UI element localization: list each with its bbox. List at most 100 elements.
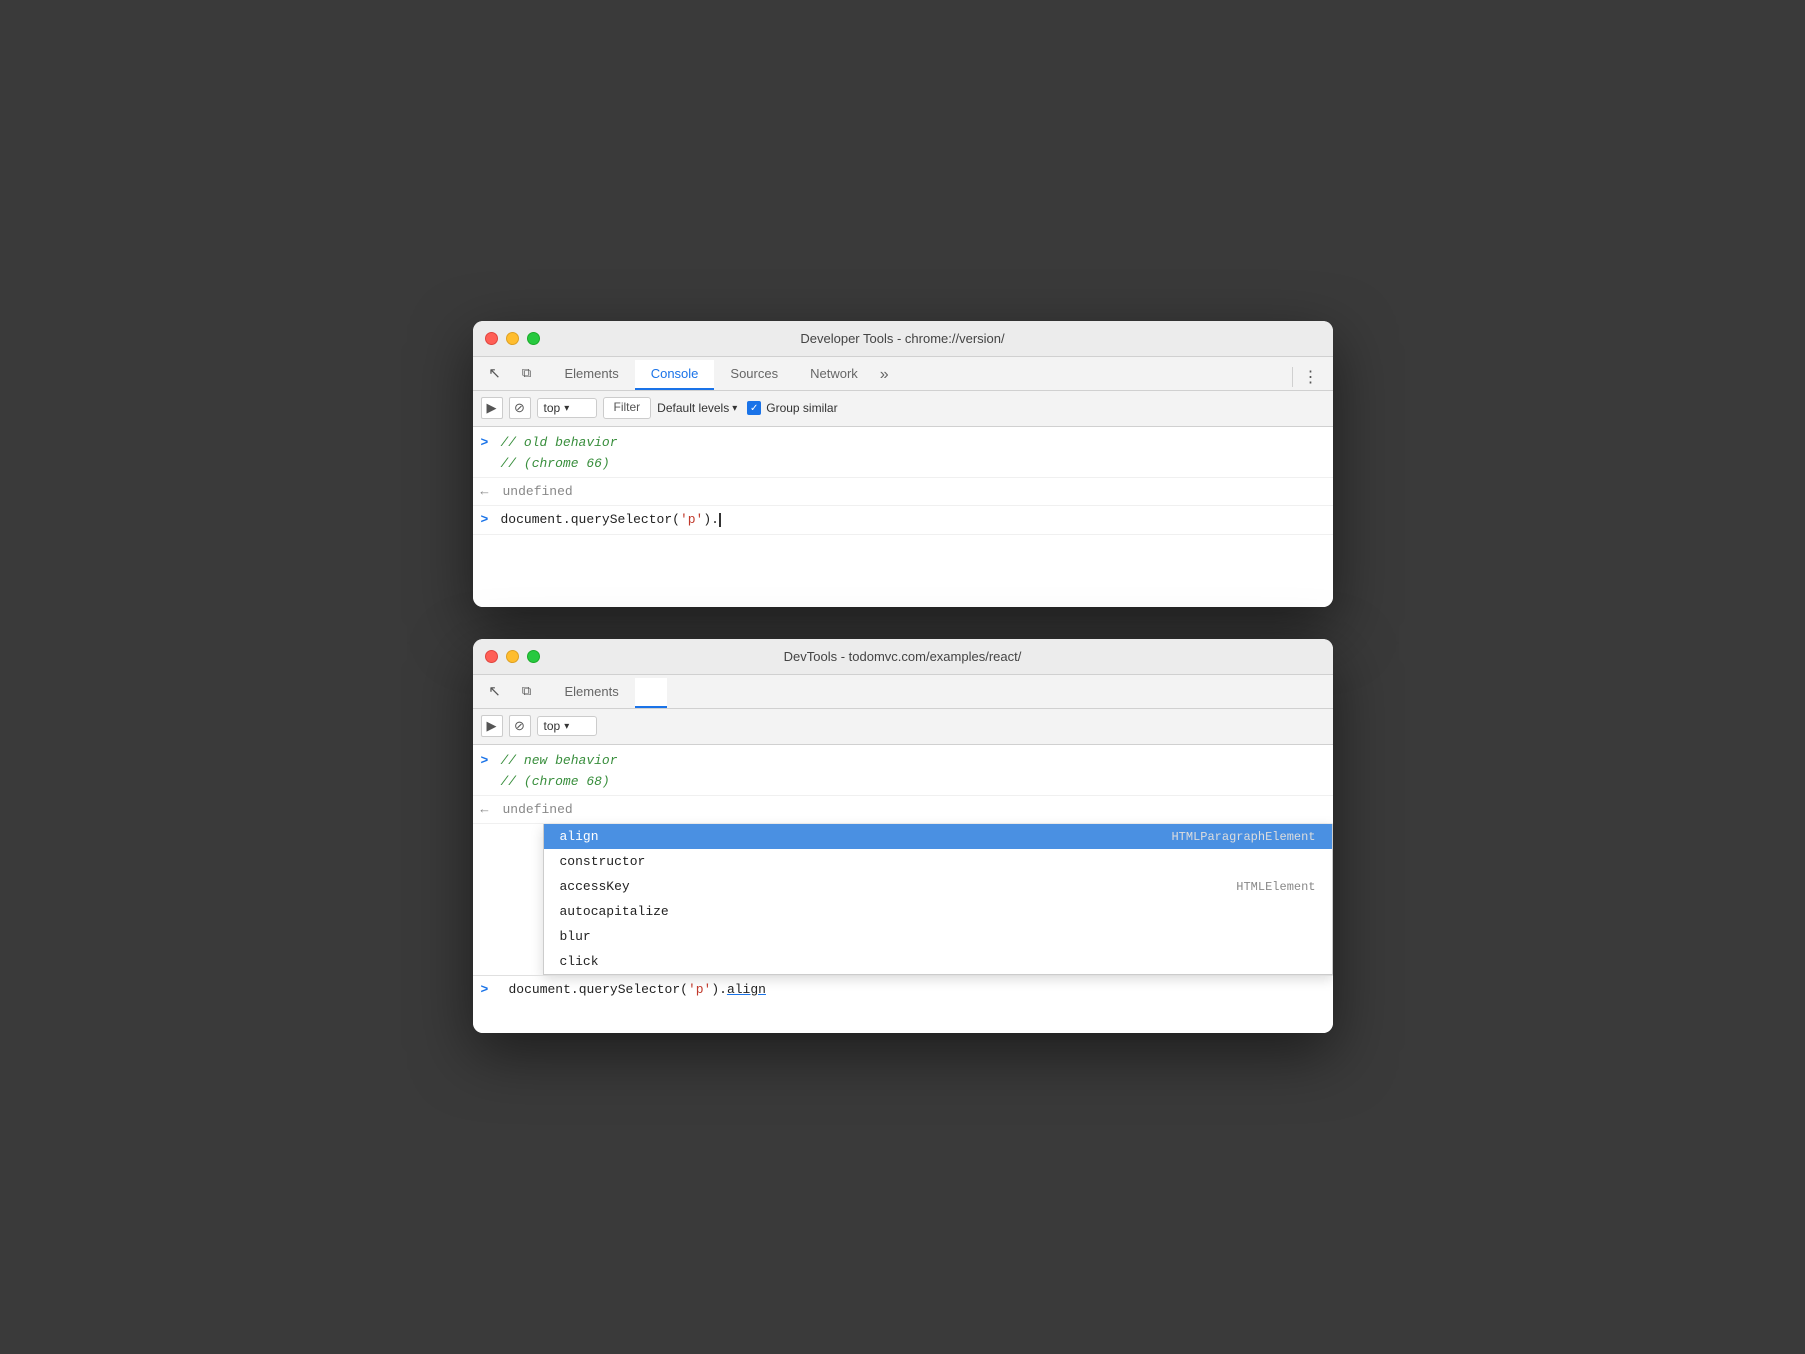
console-content-1: > // old behavior // (chrome 66) ← undef… xyxy=(473,427,1333,607)
play-icon-2: ▶ xyxy=(487,718,497,734)
result-arrow-1: ← xyxy=(481,482,495,502)
console-input-line-2[interactable]: > document.querySelector('p').align xyxy=(473,975,1333,1003)
title-bar-1: Developer Tools - chrome://version/ xyxy=(473,321,1333,357)
ac-type-accesskey: HTMLElement xyxy=(1236,880,1315,894)
cursor-icon-2: ↖ xyxy=(488,682,501,700)
ban-console-button-2[interactable]: ⊘ xyxy=(509,715,531,737)
ac-item-align[interactable]: align HTMLParagraphElement xyxy=(544,824,1332,849)
tab-list-1: Elements Console Sources Network » xyxy=(549,357,895,390)
console-undefined-1: undefined xyxy=(503,482,573,502)
result-arrow-2: ← xyxy=(481,800,495,820)
window2-bottom xyxy=(473,1003,1333,1033)
autocomplete-dropdown: align HTMLParagraphElement constructor a… xyxy=(543,824,1333,975)
inspect-element-button[interactable]: ↖ xyxy=(481,360,509,386)
ac-item-blur[interactable]: blur xyxy=(544,924,1332,949)
context-label-1: top xyxy=(544,401,561,415)
console-content-2: > // new behavior // (chrome 68) ← undef… xyxy=(473,745,1333,1003)
window-controls-2 xyxy=(485,650,540,663)
comment-line-4: // (chrome 68) xyxy=(501,772,618,793)
close-button-1[interactable] xyxy=(485,332,498,345)
console-code-1: document.querySelector('p'). xyxy=(501,510,721,530)
ac-item-constructor[interactable]: constructor xyxy=(544,849,1332,874)
prompt-1: > xyxy=(481,433,493,453)
console-line-old-comment: > // old behavior // (chrome 66) xyxy=(473,427,1333,478)
console-comment-block: // old behavior // (chrome 66) xyxy=(501,433,618,475)
comment-line-3: // new behavior xyxy=(501,751,618,772)
context-label-2: top xyxy=(544,719,561,733)
tab-elements-2[interactable]: Elements xyxy=(549,678,635,708)
prompt-input-2: > xyxy=(481,982,493,997)
console-code-2: document.querySelector('p').align xyxy=(509,982,766,997)
separator-1 xyxy=(1292,367,1293,387)
tab-bar-2: ↖ ⧉ Elements xyxy=(473,675,1333,709)
ac-type-align: HTMLParagraphElement xyxy=(1171,830,1315,844)
group-similar-container-1: ✓ Group similar xyxy=(747,401,837,415)
device-toggle-button[interactable]: ⧉ xyxy=(513,360,541,386)
tab-network-1[interactable]: Network xyxy=(794,360,874,390)
device-icon: ⧉ xyxy=(522,365,531,381)
ac-name-blur: blur xyxy=(560,929,591,944)
maximize-button-1[interactable] xyxy=(527,332,540,345)
window-title-1: Developer Tools - chrome://version/ xyxy=(800,331,1004,346)
tab-sources-1[interactable]: Sources xyxy=(714,360,794,390)
ac-item-click[interactable]: click xyxy=(544,949,1332,974)
default-levels-1[interactable]: Default levels ▾ xyxy=(657,401,737,415)
prompt-input-1: > xyxy=(481,510,493,530)
cursor-icon: ↖ xyxy=(488,364,501,382)
inspect-element-button-2[interactable]: ↖ xyxy=(481,678,509,704)
tab-elements-1[interactable]: Elements xyxy=(549,360,635,390)
device-toggle-button-2[interactable]: ⧉ xyxy=(513,678,541,704)
more-options-button-1[interactable]: ⋮ xyxy=(1297,364,1325,390)
console-input-line-1[interactable]: > document.querySelector('p'). xyxy=(473,506,1333,535)
clear-console-button-2[interactable]: ▶ xyxy=(481,715,503,737)
maximize-button-2[interactable] xyxy=(527,650,540,663)
console-result-2: ← undefined xyxy=(473,796,1333,825)
context-arrow-2: ▾ xyxy=(564,721,569,732)
title-bar-2: DevTools - todomvc.com/examples/react/ xyxy=(473,639,1333,675)
filter-button-1[interactable]: Filter xyxy=(603,397,652,419)
tab-list-2: Elements xyxy=(549,675,667,708)
window-title-2: DevTools - todomvc.com/examples/react/ xyxy=(784,649,1022,664)
ac-name-constructor: constructor xyxy=(560,854,646,869)
prompt-2: > xyxy=(481,751,493,771)
console-result-1: ← undefined xyxy=(473,478,1333,507)
context-selector-2[interactable]: top ▾ xyxy=(537,716,597,736)
window-controls-1 xyxy=(485,332,540,345)
ac-item-accesskey[interactable]: accessKey HTMLElement xyxy=(544,874,1332,899)
clear-console-button[interactable]: ▶ xyxy=(481,397,503,419)
ac-name-click: click xyxy=(560,954,599,969)
minimize-button-2[interactable] xyxy=(506,650,519,663)
check-icon: ✓ xyxy=(750,403,758,414)
group-similar-checkbox[interactable]: ✓ xyxy=(747,401,761,415)
minimize-button-1[interactable] xyxy=(506,332,519,345)
console-toolbar-1: ▶ ⊘ top ▾ Filter Default levels ▾ ✓ Grou… xyxy=(473,391,1333,427)
ac-item-autocapitalize[interactable]: autocapitalize xyxy=(544,899,1332,924)
tab-bar-end-1: ⋮ xyxy=(1288,364,1325,390)
kebab-icon-1: ⋮ xyxy=(1303,367,1319,387)
console-comment-block-2: // new behavior // (chrome 68) xyxy=(501,751,618,793)
devtools-window-1: Developer Tools - chrome://version/ ↖ ⧉ … xyxy=(473,321,1333,607)
ban-icon-1: ⊘ xyxy=(514,400,525,416)
tab-console-1[interactable]: Console xyxy=(635,360,715,390)
console-spacer-1 xyxy=(473,535,1333,595)
ban-icon-2: ⊘ xyxy=(514,718,525,734)
ac-name-autocapitalize: autocapitalize xyxy=(560,904,669,919)
context-selector-1[interactable]: top ▾ xyxy=(537,398,597,418)
play-icon-1: ▶ xyxy=(487,400,497,416)
context-arrow-1: ▾ xyxy=(564,403,569,414)
ban-console-button[interactable]: ⊘ xyxy=(509,397,531,419)
device-icon-2: ⧉ xyxy=(522,683,531,699)
close-button-2[interactable] xyxy=(485,650,498,663)
console-toolbar-2: ▶ ⊘ top ▾ xyxy=(473,709,1333,745)
console-line-new-comment: > // new behavior // (chrome 68) xyxy=(473,745,1333,796)
ac-name-align: align xyxy=(560,829,599,844)
console-undefined-2: undefined xyxy=(503,800,573,820)
devtools-icons-1: ↖ ⧉ xyxy=(481,360,541,390)
comment-line-2: // (chrome 66) xyxy=(501,454,618,475)
tab-console-2[interactable] xyxy=(635,678,667,708)
ac-name-accesskey: accessKey xyxy=(560,879,630,894)
comment-line-1: // old behavior xyxy=(501,433,618,454)
devtools-icons-2: ↖ ⧉ xyxy=(481,678,541,708)
group-similar-label-1: Group similar xyxy=(766,401,837,415)
tab-more-1[interactable]: » xyxy=(874,360,895,390)
